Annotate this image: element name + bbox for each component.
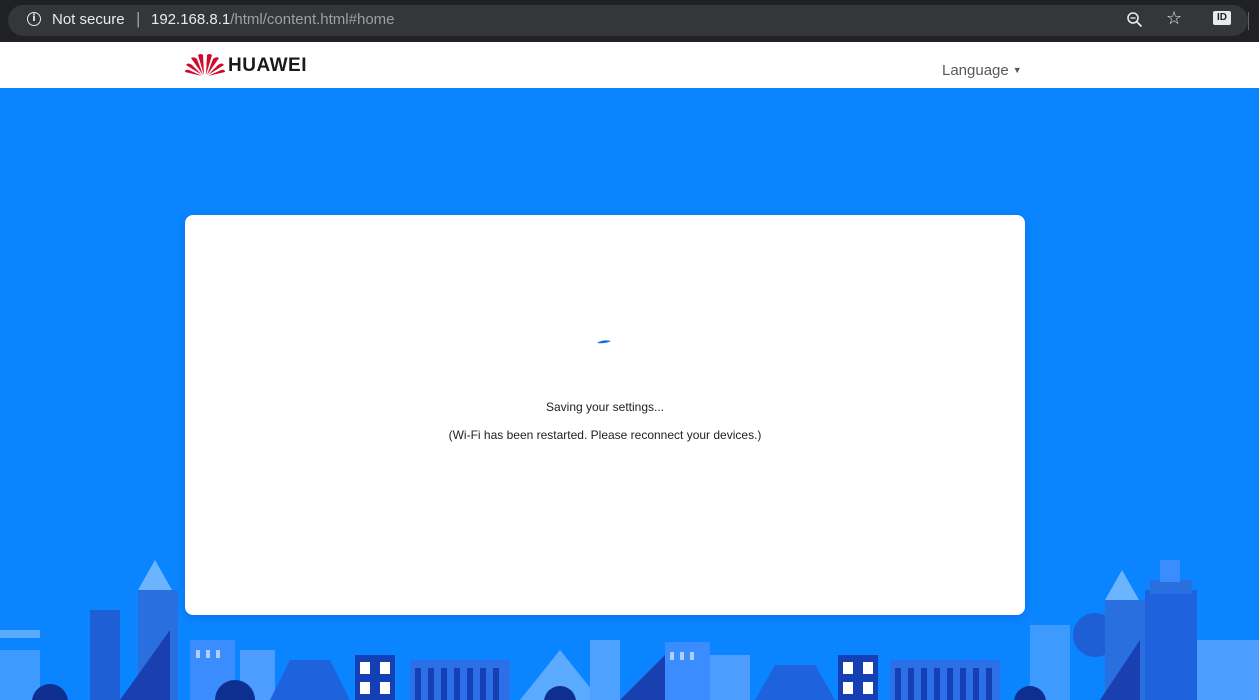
site-header: HUAWEI Language ▼: [0, 42, 1259, 88]
url-host: 192.168.8.1: [151, 11, 231, 28]
background-stage: Saving your settings... (Wi-Fi has been …: [0, 88, 1259, 700]
language-label: Language: [942, 62, 1009, 79]
saving-message: Saving your settings...: [545, 400, 665, 414]
status-card: Saving your settings... (Wi-Fi has been …: [185, 215, 1025, 615]
bookmark-star-icon[interactable]: ☆: [1166, 8, 1182, 29]
url-separator: |: [136, 9, 141, 28]
caret-down-icon: ▼: [1012, 65, 1022, 75]
url-path: /html/content.html#home: [230, 11, 395, 28]
url-text[interactable]: 192.168.8.1/html/content.html#home: [151, 11, 395, 28]
toolbar-divider: [1248, 12, 1249, 30]
language-dropdown[interactable]: Language ▼: [942, 62, 1022, 79]
browser-toolbar: i Not secure | 192.168.8.1/html/content.…: [0, 0, 1259, 42]
huawei-logo-icon: [185, 54, 225, 76]
security-status[interactable]: Not secure: [52, 11, 125, 28]
info-icon[interactable]: i: [27, 12, 41, 26]
loading-spinner-icon: [597, 340, 611, 344]
brand-name: HUAWEI: [228, 55, 307, 76]
extension-icon[interactable]: ID: [1213, 11, 1231, 25]
zoom-icon[interactable]: [1126, 11, 1143, 28]
restart-notice: (Wi-Fi has been restarted. Please reconn…: [448, 428, 762, 442]
